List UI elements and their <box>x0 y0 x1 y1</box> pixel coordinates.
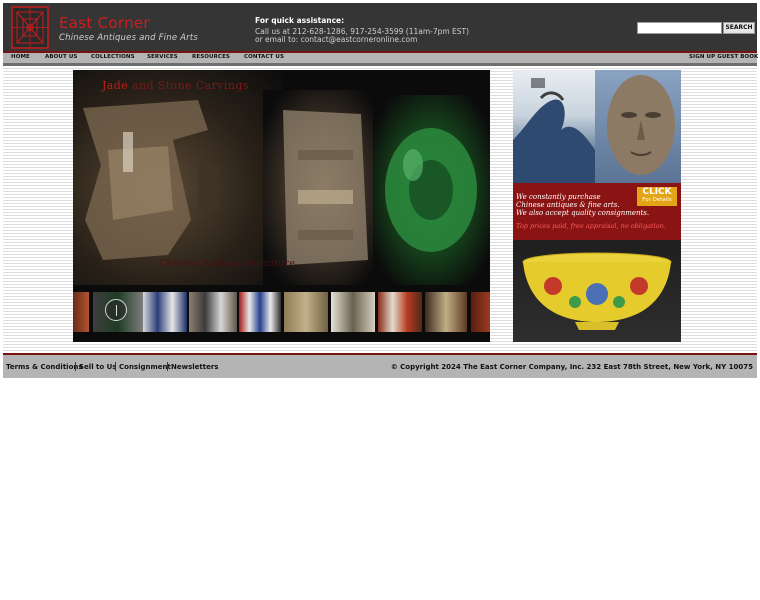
thumbnail-3[interactable] <box>143 292 187 332</box>
featured-slideshow[interactable]: Jade and Stone Carvings Chinese Antique … <box>73 70 490 342</box>
thumbnail-5[interactable] <box>239 292 281 332</box>
thumbnail-7[interactable] <box>331 292 375 332</box>
footer-separator <box>115 362 116 371</box>
slide-subheading: Chinese Antique Furniture <box>159 258 296 269</box>
lattice-logo-icon <box>11 6 49 49</box>
brand-name[interactable]: East Corner <box>59 14 150 32</box>
page: East Corner Chinese Antiques and Fine Ar… <box>0 0 760 600</box>
footer-separator <box>167 362 168 371</box>
ad-note: Top prices paid, free appraisal, no obli… <box>516 222 666 230</box>
search-input[interactable] <box>637 22 722 34</box>
jade-carving-icon <box>83 100 220 260</box>
ad-image-stone-head <box>595 70 681 183</box>
ad-banner: We constantly purchase Chinese antiques … <box>513 183 681 240</box>
footer-separator <box>75 362 76 371</box>
nav-item-guest-book[interactable]: SIGN UP GUEST BOOK <box>689 54 758 60</box>
green-jade-icon <box>385 128 477 252</box>
ad-message: We constantly purchase Chinese antiques … <box>516 193 649 217</box>
details-label: For Details <box>642 197 672 203</box>
footer-link-terms[interactable]: Terms & Conditions <box>6 363 83 371</box>
porcelain-bowl-icon <box>522 252 672 330</box>
click-label: CLICK <box>642 187 672 197</box>
thumbnail-6[interactable] <box>284 292 328 332</box>
landscape-painting-icon <box>513 78 595 183</box>
thumbnail-10[interactable] <box>471 292 490 332</box>
click-for-details-button[interactable]: CLICK For Details <box>637 187 677 206</box>
nav-item-contact-us[interactable]: CONTACT US <box>244 54 284 60</box>
nav-item-home[interactable]: HOME <box>11 54 30 60</box>
stone-head-icon <box>607 75 675 175</box>
nav-item-about-us[interactable]: ABOUT US <box>45 54 77 60</box>
ad-image-landscape-painting <box>513 70 595 183</box>
header: East Corner Chinese Antiques and Fine Ar… <box>3 3 757 51</box>
ad-message-line-1: We constantly purchase <box>516 193 601 201</box>
thumbnail-9[interactable] <box>425 292 467 332</box>
slide-heading: Jade and Stone Carvings <box>102 79 249 92</box>
slide-heading-rest: and Stone Carvings <box>128 79 249 92</box>
ad-message-line-3: We also accept quality consignments. <box>516 209 650 217</box>
nav-item-resources[interactable]: RESOURCES <box>192 54 230 60</box>
nav-item-collections[interactable]: COLLECTIONS <box>91 54 135 60</box>
slide-image-jade-carving <box>73 70 283 285</box>
footer-copyright: © Copyright 2024 The East Corner Company… <box>390 363 753 371</box>
footer-link-sell-to-us[interactable]: Sell to Us <box>79 363 116 371</box>
brand-tagline: Chinese Antiques and Fine Arts <box>59 33 199 43</box>
footer-link-consignment[interactable]: Consignment <box>119 363 171 371</box>
nav-item-services[interactable]: SERVICES <box>147 54 178 60</box>
thumbnail-strip[interactable] <box>73 292 490 332</box>
ad-message-line-2: Chinese antiques & fine arts. <box>516 201 620 209</box>
assistance-email[interactable]: or email to: contact@eastcorneronline.co… <box>255 35 417 44</box>
thumbnail-1[interactable] <box>73 292 89 332</box>
slide-image-stone-carving <box>263 90 383 285</box>
search-button[interactable]: SEARCH <box>723 22 755 34</box>
stone-carving-icon <box>283 110 368 265</box>
assistance-title: For quick assistance: <box>255 16 345 25</box>
main-nav: HOME ABOUT US COLLECTIONS SERVICES RESOU… <box>3 53 758 63</box>
ad-image-porcelain-bowl <box>513 240 681 342</box>
thumbnail-8[interactable] <box>378 292 422 332</box>
footer-link-newsletters[interactable]: Newsletters <box>171 363 218 371</box>
slide-heading-highlight: Jade <box>102 79 129 92</box>
slide-image-green-jade <box>373 95 490 285</box>
slideshow-pause-icon[interactable] <box>105 299 127 321</box>
thumbnail-4[interactable] <box>189 292 237 332</box>
consignment-ad[interactable]: We constantly purchase Chinese antiques … <box>513 70 681 342</box>
logo-icon[interactable] <box>11 6 49 49</box>
footer: Terms & Conditions Sell to Us Consignmen… <box>3 355 757 378</box>
